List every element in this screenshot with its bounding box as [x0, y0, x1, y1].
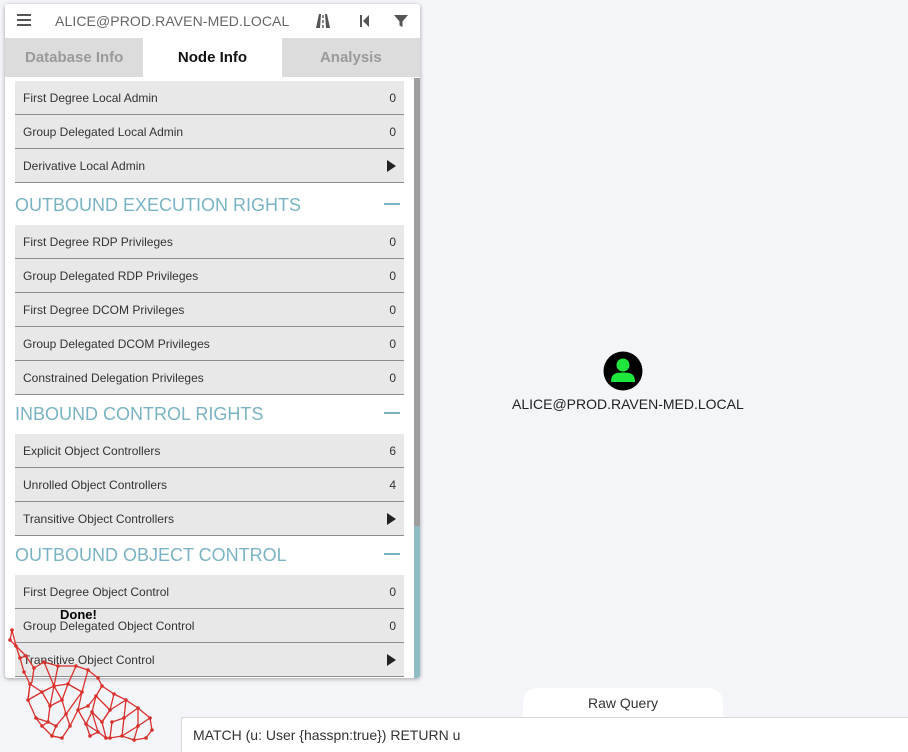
row-label: Derivative Local Admin — [23, 159, 146, 173]
row-count: 0 — [389, 269, 396, 283]
node-info-content: First Degree Local Admin 0 Group Delegat… — [15, 81, 404, 678]
list-item-transitive-object-controllers[interactable]: Transitive Object Controllers — [15, 502, 404, 536]
raw-query-tab[interactable]: Raw Query — [523, 688, 723, 718]
section-title: OUTBOUND OBJECT CONTROL — [15, 545, 287, 565]
row-count: 0 — [389, 303, 396, 317]
row-count: 0 — [389, 125, 396, 139]
bloodhound-logo-icon — [8, 628, 154, 742]
tab-database-info[interactable]: Database Info — [5, 38, 144, 77]
filter-icon[interactable] — [392, 12, 410, 30]
search-input[interactable]: ALICE@PROD.RAVEN-MED.LOCAL — [55, 13, 289, 29]
list-item-derivative-local-admin[interactable]: Derivative Local Admin — [15, 149, 404, 183]
list-item-first-degree-object-control[interactable]: First Degree Object Control 0 — [15, 575, 404, 609]
row-count: 6 — [389, 444, 396, 458]
section-outbound-object-control[interactable]: OUTBOUND OBJECT CONTROL — [15, 535, 404, 573]
list-item-first-degree-dcom[interactable]: First Degree DCOM Privileges 0 — [15, 293, 404, 327]
row-label: Constrained Delegation Privileges — [23, 371, 204, 385]
tab-analysis[interactable]: Analysis — [281, 38, 420, 77]
section-title: OUTBOUND EXECUTION RIGHTS — [15, 195, 302, 215]
list-item-group-delegated-dcom[interactable]: Group Delegated DCOM Privileges 0 — [15, 327, 404, 361]
scrollbar-track-highlight — [414, 526, 420, 678]
road-icon[interactable] — [314, 12, 332, 30]
row-count: 0 — [389, 585, 396, 599]
row-count: 0 — [389, 235, 396, 249]
play-arrow-icon[interactable] — [387, 160, 396, 172]
row-label: First Degree DCOM Privileges — [23, 303, 185, 317]
list-item-unrolled-object-controllers[interactable]: Unrolled Object Controllers 4 — [15, 468, 404, 502]
raw-query-input[interactable]: MATCH (u: User {hasspn:true}) RETURN u — [181, 717, 908, 752]
section-outbound-execution-rights[interactable]: OUTBOUND EXECUTION RIGHTS — [15, 185, 404, 223]
list-item-explicit-object-controllers[interactable]: Explicit Object Controllers 6 — [15, 434, 404, 468]
list-item-first-degree-local-admin[interactable]: First Degree Local Admin 0 — [15, 81, 404, 115]
list-item-constrained-delegation[interactable]: Constrained Delegation Privileges 0 — [15, 361, 404, 395]
node-info-panel: ALICE@PROD.RAVEN-MED.LOCAL Database Info… — [5, 4, 420, 678]
step-back-icon[interactable] — [355, 12, 373, 30]
minus-icon[interactable] — [384, 412, 400, 414]
user-icon[interactable] — [603, 351, 643, 391]
row-count: 0 — [389, 337, 396, 351]
scrollbar[interactable] — [414, 78, 420, 678]
row-label: Group Delegated Local Admin — [23, 125, 184, 139]
row-count: 4 — [389, 478, 396, 492]
hamburger-icon[interactable] — [17, 14, 31, 28]
list-item-group-delegated-rdp[interactable]: Group Delegated RDP Privileges 0 — [15, 259, 404, 293]
status-text: Done! — [60, 607, 97, 622]
row-label: Explicit Object Controllers — [23, 444, 161, 458]
list-item-first-degree-rdp[interactable]: First Degree RDP Privileges 0 — [15, 225, 404, 259]
row-count: 0 — [389, 91, 396, 105]
section-title: INBOUND CONTROL RIGHTS — [15, 404, 264, 424]
tab-node-info[interactable]: Node Info — [143, 38, 282, 77]
tab-bar: Database Info Node Info Analysis — [5, 38, 420, 77]
search-bar: ALICE@PROD.RAVEN-MED.LOCAL — [5, 4, 420, 38]
scrollbar-thumb[interactable] — [414, 78, 420, 526]
row-label: Unrolled Object Controllers — [23, 478, 168, 492]
row-label: Group Delegated DCOM Privileges — [23, 337, 210, 351]
list-item-group-delegated-local-admin[interactable]: Group Delegated Local Admin 0 — [15, 115, 404, 149]
minus-icon[interactable] — [384, 553, 400, 555]
row-label: First Degree Object Control — [23, 585, 170, 599]
minus-icon[interactable] — [384, 203, 400, 205]
row-label: Transitive Object Controllers — [23, 512, 174, 526]
section-inbound-control-rights[interactable]: INBOUND CONTROL RIGHTS — [15, 394, 404, 432]
row-label: First Degree RDP Privileges — [23, 235, 173, 249]
row-count: 0 — [389, 619, 396, 633]
play-arrow-icon[interactable] — [387, 654, 396, 666]
row-count: 0 — [389, 371, 396, 385]
row-label: Group Delegated RDP Privileges — [23, 269, 199, 283]
row-label: First Degree Local Admin — [23, 91, 158, 105]
play-arrow-icon[interactable] — [387, 513, 396, 525]
graph-node-label[interactable]: ALICE@PROD.RAVEN-MED.LOCAL — [512, 396, 744, 412]
